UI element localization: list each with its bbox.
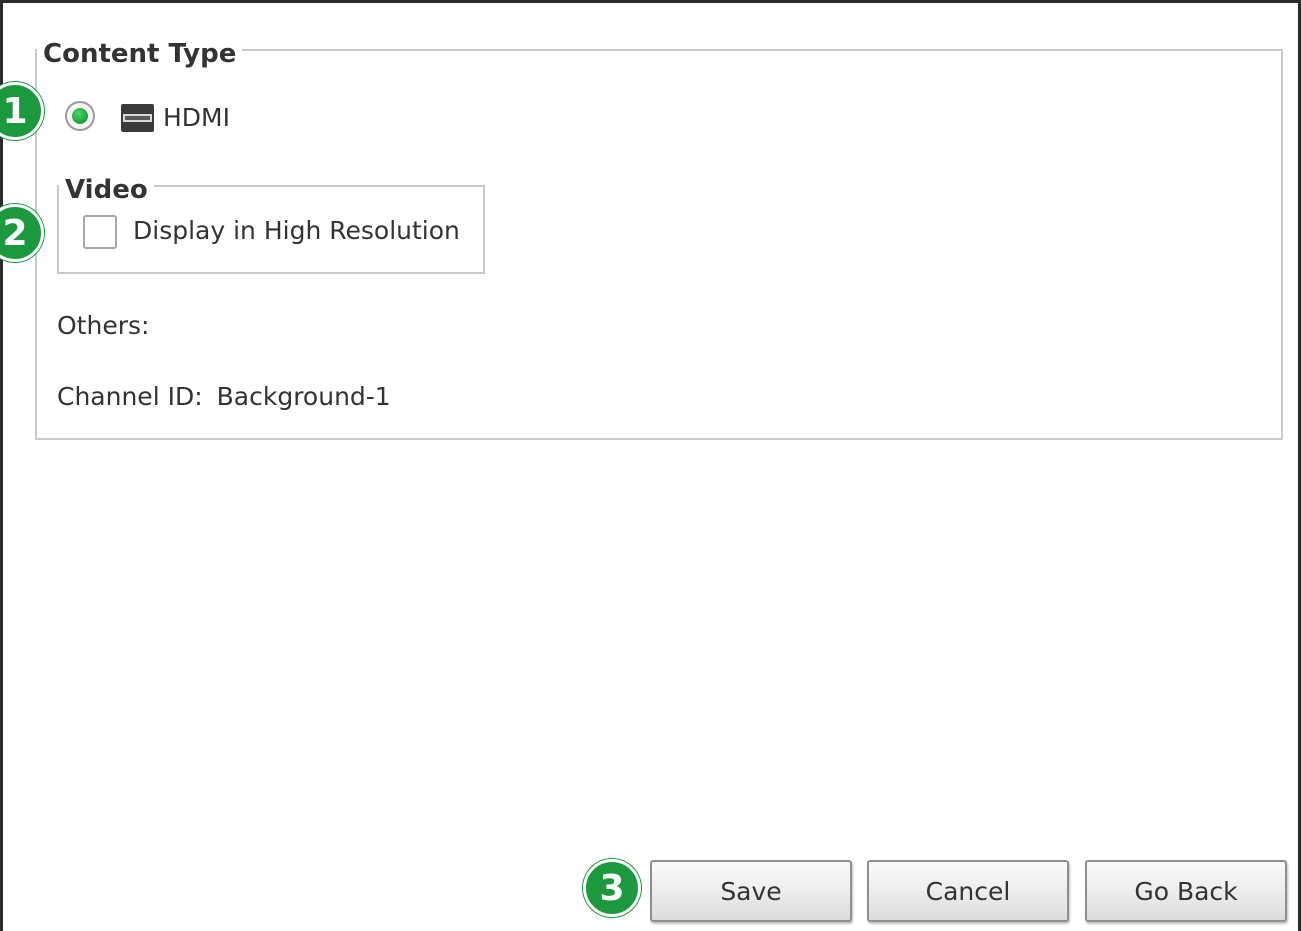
radio-selected-dot [72, 108, 88, 124]
go-back-button[interactable]: Go Back [1085, 860, 1287, 922]
channel-id-row: Channel ID: Background-1 [57, 380, 391, 414]
hdmi-label: HDMI [163, 103, 230, 132]
hdmi-icon [121, 104, 154, 132]
others-label: Others: [57, 311, 150, 340]
high-resolution-label: Display in High Resolution [133, 216, 460, 245]
video-legend: Video [59, 173, 154, 207]
hdmi-radio[interactable] [65, 101, 95, 131]
save-button[interactable]: Save [650, 860, 852, 922]
content-type-legend: Content Type [37, 37, 243, 71]
channel-id-value: Background-1 [216, 382, 391, 411]
channel-id-label: Channel ID: [57, 382, 203, 411]
callout-badge-3: 3 [583, 859, 641, 917]
dialog-frame: Content Type HDMI Video Display in High … [0, 0, 1301, 931]
high-resolution-checkbox[interactable] [83, 215, 117, 249]
cancel-button[interactable]: Cancel [867, 860, 1069, 922]
